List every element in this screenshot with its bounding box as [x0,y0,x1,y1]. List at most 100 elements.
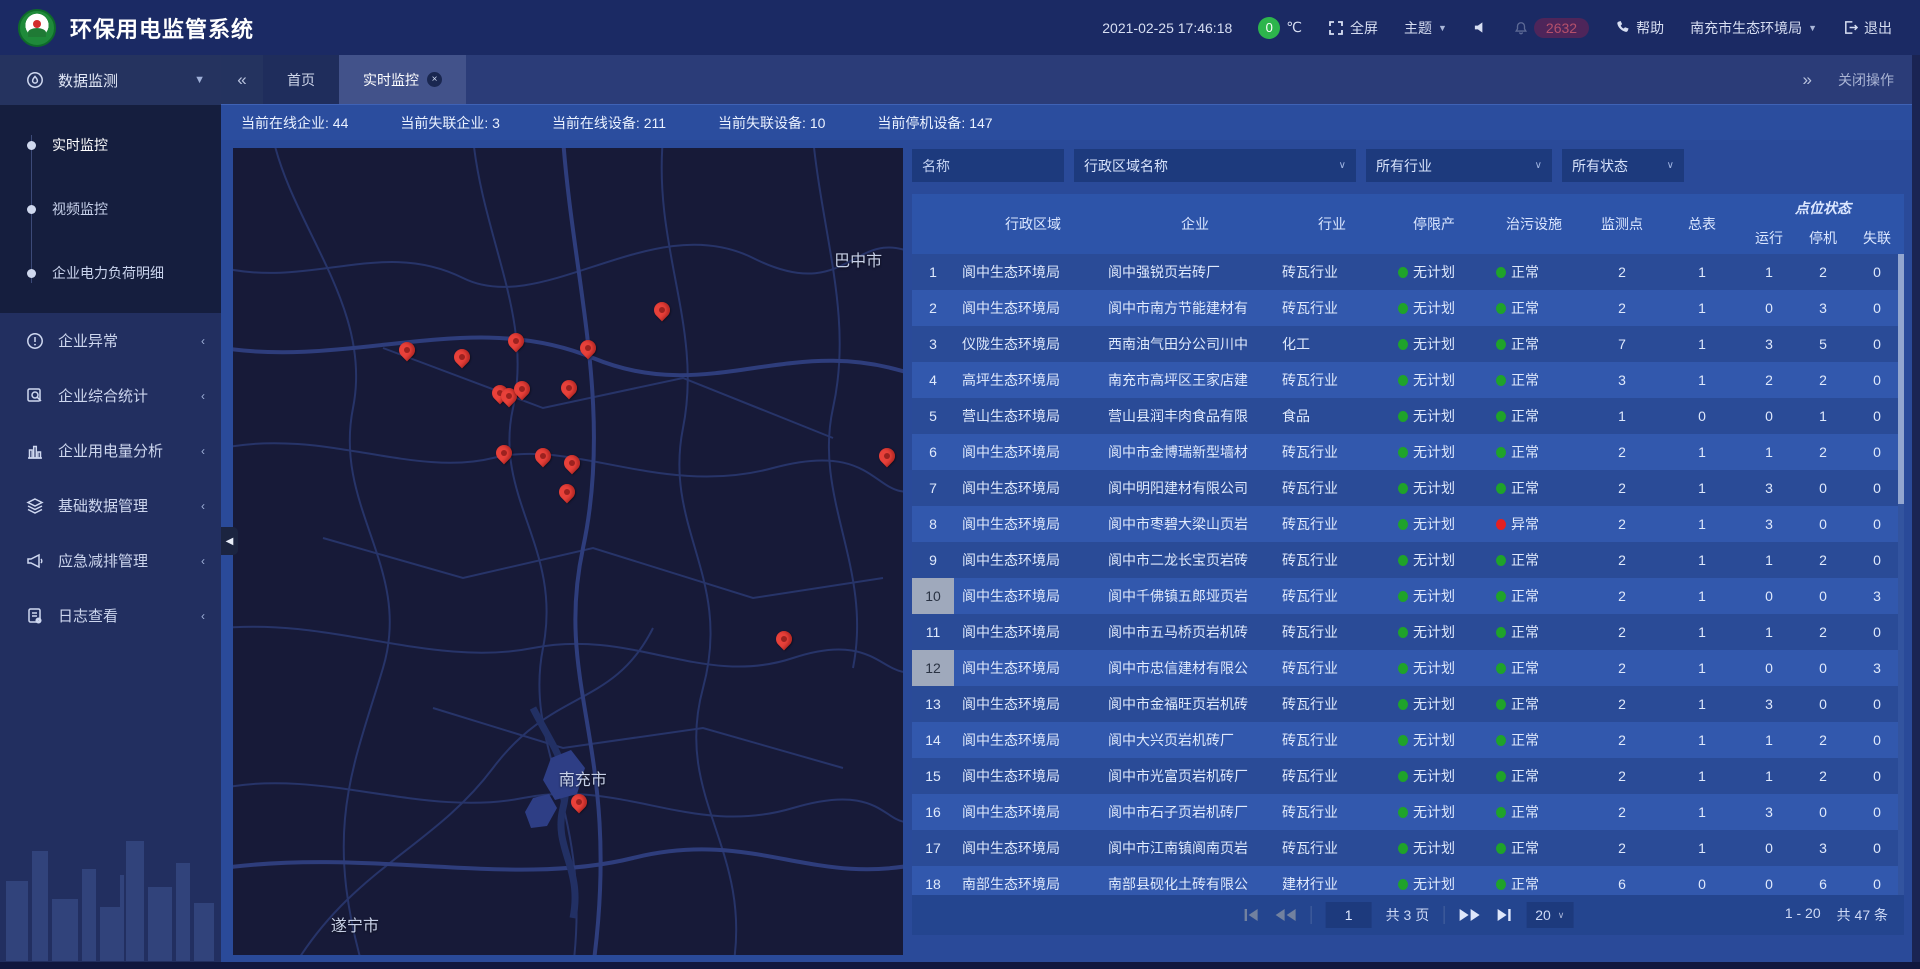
sidebar-group-data-monitor[interactable]: 数据监测 ▼ [0,55,221,105]
map-city-label-bazhong: 巴中市 [834,247,882,271]
status-dot-green [1398,483,1408,494]
enterprise-table: 行政区域 企业 行业 停限产 治污设施 监测点 总表 点位状态 运行 停机 失联 [912,194,1904,955]
first-page-button[interactable] [1243,908,1261,922]
col-header-region: 行政区域 [954,194,1104,254]
status-filter-select[interactable]: 所有状态 ∨ [1562,149,1684,182]
sidebar-item-log-view[interactable]: 日志查看 ‹ [0,588,221,643]
monitor-icon [26,71,44,89]
sidebar-item-power-load-detail[interactable]: 企业电力负荷明细 [0,241,221,305]
bottom-edge-strip [0,962,1920,969]
table-row[interactable]: 4 高坪生态环境局 南充市高坪区王家店建 砖瓦行业 无计划 正常 3 1 2 2… [912,362,1904,398]
map-panel[interactable]: 巴中市 南充市 遂宁市 [233,148,903,955]
industry-filter-select[interactable]: 所有行业 ∨ [1366,149,1552,182]
table-row[interactable]: 12 阆中生态环境局 阆中市忠信建材有限公 砖瓦行业 无计划 正常 2 1 0 … [912,650,1904,686]
notification-area[interactable]: 2632 [1514,18,1589,38]
status-dot-green [1496,267,1506,278]
chevron-left-icon: ‹ [201,554,205,568]
bell-icon [1514,21,1528,35]
table-row[interactable]: 2 阆中生态环境局 阆中市南方节能建材有 砖瓦行业 无计划 正常 2 1 0 3… [912,290,1904,326]
name-filter-field[interactable] [912,149,1064,182]
temperature-display: 0 ℃ [1258,17,1302,39]
record-range-label: 1 - 20 [1785,905,1821,925]
sidebar-item-base-data[interactable]: 基础数据管理 ‹ [0,478,221,533]
table-row[interactable]: 8 阆中生态环境局 阆中市枣碧大梁山页岩 砖瓦行业 无计划 异常 2 1 3 0… [912,506,1904,542]
status-dot-green [1496,411,1506,422]
sidebar-item-emergency-reduction[interactable]: 应急减排管理 ‹ [0,533,221,588]
status-dot-green [1496,771,1506,782]
total-pages-label: 共 3 页 [1386,905,1430,925]
table-row[interactable]: 11 阆中生态环境局 阆中市五马桥页岩机砖 砖瓦行业 无计划 正常 2 1 1 … [912,614,1904,650]
close-operations-button[interactable]: 关闭操作 [1838,70,1894,90]
last-page-button[interactable] [1494,908,1512,922]
table-row[interactable]: 10 阆中生态环境局 阆中千佛镇五郎垭页岩 砖瓦行业 无计划 正常 2 1 0 … [912,578,1904,614]
app-logo-icon [18,9,56,47]
col-header-company: 企业 [1104,194,1282,254]
tab-home[interactable]: 首页 [263,55,339,104]
status-dot-green [1398,555,1408,566]
theme-dropdown[interactable]: 主题▼ [1404,18,1447,38]
chevron-left-icon: ‹ [201,499,205,513]
filter-bar: 行政区域名称 ∨ 所有行业 ∨ 所有状态 ∨ [912,149,1912,182]
sidebar-item-enterprise-stats[interactable]: 企业综合统计 ‹ [0,368,221,423]
tabs-scroll-right-button[interactable]: » [1803,70,1812,90]
table-row[interactable]: 14 阆中生态环境局 阆中大兴页岩机砖厂 砖瓦行业 无计划 正常 2 1 1 2… [912,722,1904,758]
status-dot-green [1398,663,1408,674]
exit-icon [1843,20,1858,35]
chevron-left-icon: ‹ [201,389,205,403]
app-window: 环保用电监管系统 2021-02-25 17:46:18 0 ℃ 全屏 主题▼ [0,0,1920,969]
table-row[interactable]: 16 阆中生态环境局 阆中市石子页岩机砖厂 砖瓦行业 无计划 正常 2 1 3 … [912,794,1904,830]
table-row[interactable]: 17 阆中生态环境局 阆中市江南镇阆南页岩 砖瓦行业 无计划 正常 2 1 0 … [912,830,1904,866]
table-row[interactable]: 1 阆中生态环境局 阆中强锐页岩砖厂 砖瓦行业 无计划 正常 2 1 1 2 0 [912,254,1904,290]
table-row[interactable]: 18 南部生态环境局 南部县砚化土砖有限公 建材行业 无计划 正常 6 0 0 … [912,866,1904,895]
prev-page-button[interactable] [1275,908,1297,922]
sidebar: 数据监测 ▼ 实时监控 视频监控 企业电力负荷明细 [0,55,221,969]
sidebar-item-power-analysis[interactable]: 企业用电量分析 ‹ [0,423,221,478]
table-row[interactable]: 15 阆中生态环境局 阆中市光富页岩机砖厂 砖瓦行业 无计划 正常 2 1 1 … [912,758,1904,794]
tab-bar: « 首页 实时监控 × » 关闭操作 [221,55,1920,104]
notification-count-badge: 2632 [1534,18,1589,38]
fullscreen-button[interactable]: 全屏 [1328,18,1378,38]
tab-realtime-monitor[interactable]: 实时监控 × [339,55,466,104]
panel-collapse-handle[interactable]: ◀ [221,527,238,555]
table-row[interactable]: 6 阆中生态环境局 阆中市金博瑞新型墙材 砖瓦行业 无计划 正常 2 1 1 2… [912,434,1904,470]
page-size-select[interactable]: 20 ∨ [1526,902,1573,928]
megaphone-icon [26,552,44,570]
table-row[interactable]: 5 营山生态环境局 营山县润丰肉食品有限 食品 无计划 正常 1 0 0 1 0 [912,398,1904,434]
table-row[interactable]: 9 阆中生态环境局 阆中市二龙长宝页岩砖 砖瓦行业 无计划 正常 2 1 1 2… [912,542,1904,578]
next-page-button[interactable] [1458,908,1480,922]
datetime-display: 2021-02-25 17:46:18 [1102,20,1232,36]
status-dot-green [1398,267,1408,278]
logout-button[interactable]: 退出 [1843,18,1892,38]
sidebar-item-enterprise-abnormal[interactable]: 企业异常 ‹ [0,313,221,368]
table-scrollbar[interactable] [1898,254,1904,895]
map-city-label-suining: 遂宁市 [331,912,379,936]
table-row[interactable]: 13 阆中生态环境局 阆中市金福旺页岩机砖 砖瓦行业 无计划 正常 2 1 3 … [912,686,1904,722]
sidebar-item-video-monitor[interactable]: 视频监控 [0,177,221,241]
tab-close-icon[interactable]: × [427,72,442,87]
status-dot-green [1398,843,1408,854]
sidebar-item-realtime-monitor[interactable]: 实时监控 [0,113,221,177]
table-row[interactable]: 3 仪陇生态环境局 西南油气田分公司川中 化工 无计划 正常 7 1 3 5 0 [912,326,1904,362]
page-number-input[interactable] [1326,902,1372,928]
status-dot-green [1398,447,1408,458]
temperature-badge: 0 [1258,17,1280,39]
scrollbar-thumb[interactable] [1898,254,1904,504]
col-header-point-status: 点位状态 [1742,194,1904,221]
tabs-scroll-left-button[interactable]: « [221,55,263,104]
phone-icon [1615,20,1630,35]
name-filter-input[interactable] [922,158,1054,174]
help-button[interactable]: 帮助 [1615,18,1664,38]
status-dot-green [1398,339,1408,350]
org-dropdown[interactable]: 南充市生态环境局▼ [1690,18,1817,38]
status-dot-green [1398,519,1408,530]
sound-button[interactable] [1473,20,1488,35]
col-header-points: 监测点 [1582,194,1662,254]
map-roads-decoration [233,148,903,955]
skyline-decoration [0,811,221,961]
chevron-left-icon: ‹ [201,609,205,623]
status-dot-green [1398,627,1408,638]
bullet-icon [27,205,36,214]
status-dot-green [1496,699,1506,710]
region-filter-select[interactable]: 行政区域名称 ∨ [1074,149,1356,182]
table-row[interactable]: 7 阆中生态环境局 阆中明阳建材有限公司 砖瓦行业 无计划 正常 2 1 3 0… [912,470,1904,506]
